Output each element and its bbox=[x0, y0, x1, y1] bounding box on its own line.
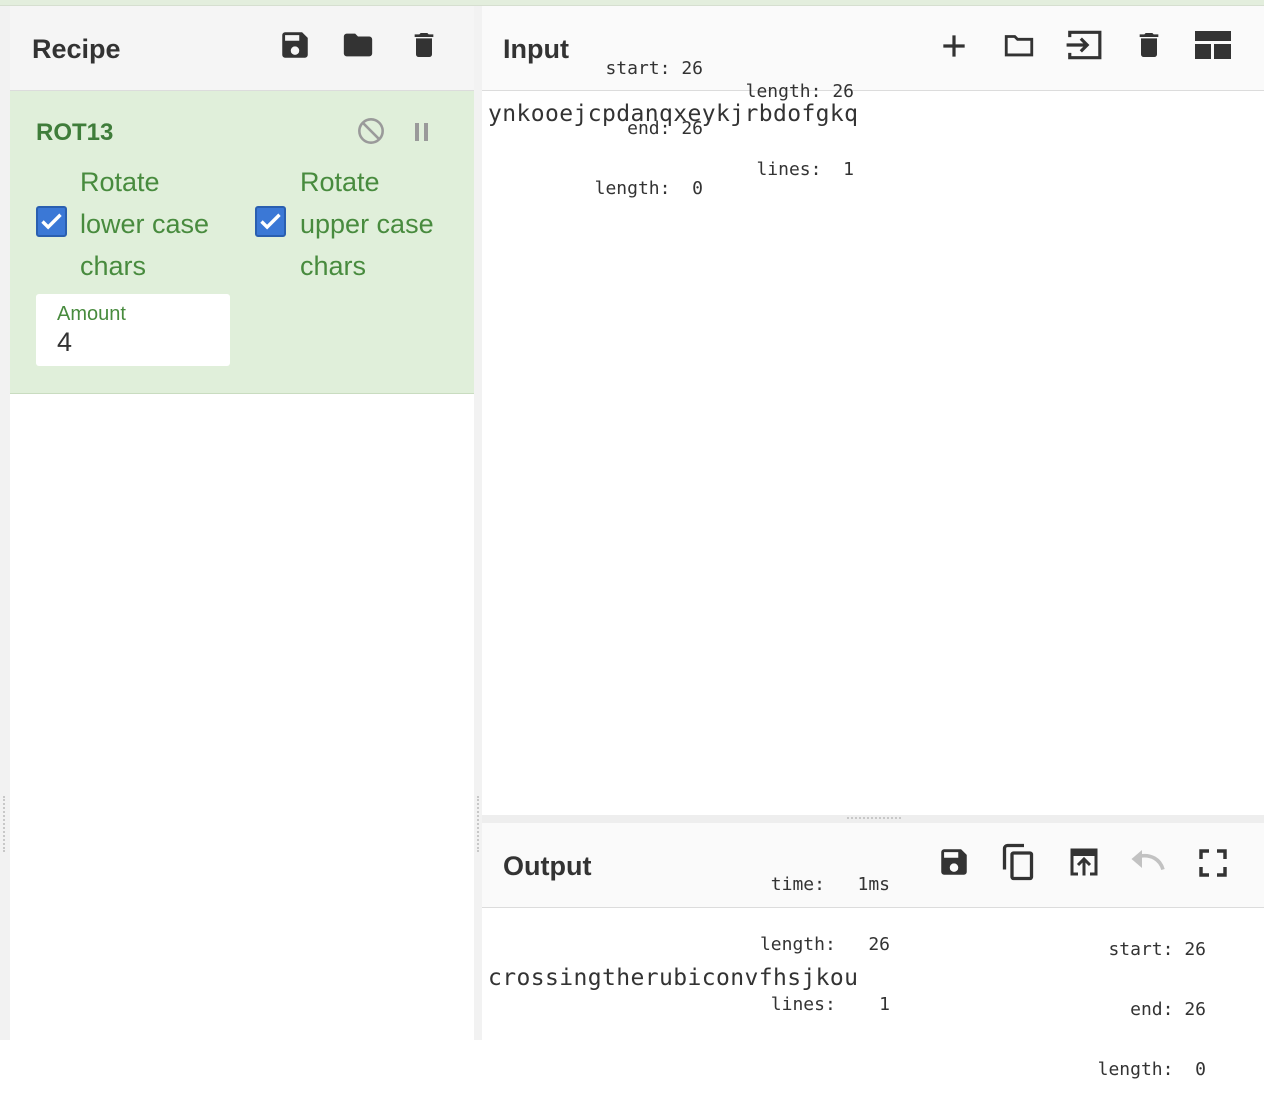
replace-input-icon[interactable] bbox=[1065, 844, 1103, 880]
start-value: 26 bbox=[681, 58, 703, 79]
label-line: Rotate bbox=[300, 167, 380, 197]
upper-case-checkbox[interactable] bbox=[255, 206, 286, 237]
length-label: length: bbox=[759, 934, 836, 955]
resize-grip[interactable] bbox=[847, 817, 901, 821]
label-line: lower case bbox=[80, 209, 210, 239]
output-stats: time: 1ms length: 26 lines: 1 bbox=[738, 835, 890, 1055]
length-label: length: bbox=[594, 178, 671, 199]
length-value: 0 bbox=[1195, 1059, 1206, 1080]
pane-splitter[interactable] bbox=[474, 6, 482, 1040]
input-textarea[interactable]: ynkooejcpdanqxeykjrbdofgkq bbox=[488, 101, 858, 127]
import-icon[interactable] bbox=[1063, 26, 1105, 64]
checkmark-icon bbox=[41, 213, 62, 230]
pause-icon[interactable] bbox=[412, 121, 432, 143]
checkmark-icon bbox=[260, 213, 281, 230]
label-line: upper case bbox=[300, 209, 434, 239]
output-title: Output bbox=[503, 851, 592, 881]
io-splitter[interactable] bbox=[482, 815, 1264, 823]
amount-label: Amount bbox=[57, 303, 126, 325]
amount-value[interactable]: 4 bbox=[57, 327, 72, 358]
input-title: Input bbox=[503, 34, 569, 64]
save-icon[interactable] bbox=[278, 28, 312, 62]
resize-grip[interactable] bbox=[477, 796, 481, 852]
copy-icon[interactable] bbox=[1000, 842, 1036, 882]
trash-icon[interactable] bbox=[408, 26, 440, 64]
lines-value: 1 bbox=[843, 159, 854, 180]
output-selection-info: start: 26 end: 26 length: 0 bbox=[1088, 900, 1206, 1100]
undo-icon[interactable] bbox=[1128, 847, 1168, 877]
length-value: 0 bbox=[692, 178, 703, 199]
recipe-header: Recipe bbox=[10, 6, 474, 91]
lower-case-label: Rotate lower case chars bbox=[80, 161, 209, 287]
folder-icon[interactable] bbox=[339, 28, 377, 62]
output-header: Output time: 1ms length: 26 lines: 1 bbox=[482, 823, 1264, 1015]
recipe-title: Recipe bbox=[32, 34, 121, 64]
start-label: start: bbox=[605, 58, 671, 79]
plus-icon[interactable] bbox=[938, 30, 970, 62]
save-icon[interactable] bbox=[937, 845, 971, 879]
end-value: 26 bbox=[1184, 999, 1206, 1020]
fullscreen-icon[interactable] bbox=[1197, 847, 1229, 879]
end-label: end: bbox=[1130, 999, 1174, 1020]
operation-rot13[interactable]: ROT13 Rotate lower case chars Rotate upp… bbox=[10, 91, 474, 394]
length-value: 26 bbox=[832, 81, 854, 102]
time-label: time: bbox=[770, 874, 825, 895]
time-value: 1ms bbox=[857, 874, 890, 895]
upper-case-label: Rotate upper case chars bbox=[300, 161, 434, 287]
input-header: Input start: 26 end: 26 length: 0 length… bbox=[482, 6, 1264, 199]
layout-icon[interactable] bbox=[1195, 31, 1231, 59]
length-label: length: bbox=[1097, 1059, 1174, 1080]
lines-value: 1 bbox=[879, 994, 890, 1015]
amount-field[interactable]: Amount 4 bbox=[36, 294, 230, 366]
label-line: chars bbox=[300, 251, 367, 281]
lower-case-checkbox[interactable] bbox=[36, 206, 67, 237]
trash-icon[interactable] bbox=[1133, 26, 1165, 64]
folder-open-icon[interactable] bbox=[999, 28, 1039, 62]
input-stats: length: 26 lines: 1 bbox=[732, 27, 854, 235]
lines-label: lines: bbox=[756, 159, 822, 180]
resize-grip[interactable] bbox=[3, 796, 7, 852]
label-line: Rotate bbox=[80, 167, 160, 197]
start-value: 26 bbox=[1184, 939, 1206, 960]
input-selection-info: start: 26 end: 26 length: 0 bbox=[587, 19, 703, 239]
lines-label: lines: bbox=[770, 994, 836, 1015]
left-gutter bbox=[0, 6, 10, 1040]
operation-title: ROT13 bbox=[36, 119, 114, 146]
length-value: 26 bbox=[868, 934, 890, 955]
disable-icon[interactable] bbox=[357, 117, 385, 145]
label-line: chars bbox=[80, 251, 147, 281]
length-label: length: bbox=[745, 81, 822, 102]
output-text[interactable]: crossingtherubiconvfhsjkou bbox=[488, 965, 858, 991]
start-label: start: bbox=[1108, 939, 1174, 960]
